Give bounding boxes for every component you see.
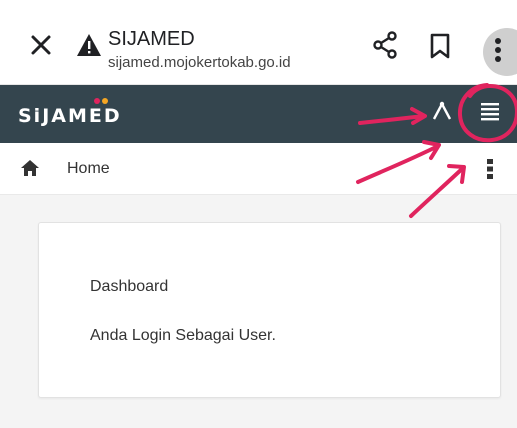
breadcrumb: Home	[0, 143, 517, 195]
login-status-text: Anda Login Sebagai User.	[90, 327, 276, 344]
card-title: Dashboard	[90, 278, 169, 295]
brand-part-2: M	[67, 105, 89, 127]
brand-part-3: ED	[88, 105, 122, 127]
brand-dots-icon	[94, 98, 108, 104]
browser-toolbar: SIJAMED sijamed.mojokertokab.go.id	[0, 0, 517, 85]
brand-logo[interactable]: SiJAMED	[18, 105, 122, 127]
warning-icon[interactable]	[76, 33, 102, 57]
breadcrumb-home[interactable]: Home	[67, 160, 110, 178]
hamburger-icon[interactable]	[479, 100, 501, 122]
browser-menu-button[interactable]	[483, 28, 517, 76]
site-title[interactable]: SIJAMED	[108, 28, 195, 50]
dashboard-card: Dashboard Anda Login Sebagai User.	[38, 222, 501, 398]
graph-icon[interactable]	[431, 100, 453, 122]
more-vert-icon	[495, 38, 501, 62]
kebab-icon[interactable]	[486, 158, 494, 180]
share-icon[interactable]	[372, 31, 398, 59]
close-icon[interactable]	[26, 30, 56, 60]
site-url[interactable]: sijamed.mojokertokab.go.id	[108, 54, 291, 72]
brand-part-1: SiJA	[18, 105, 68, 127]
home-icon[interactable]	[20, 159, 40, 177]
bookmark-icon[interactable]	[430, 33, 450, 59]
